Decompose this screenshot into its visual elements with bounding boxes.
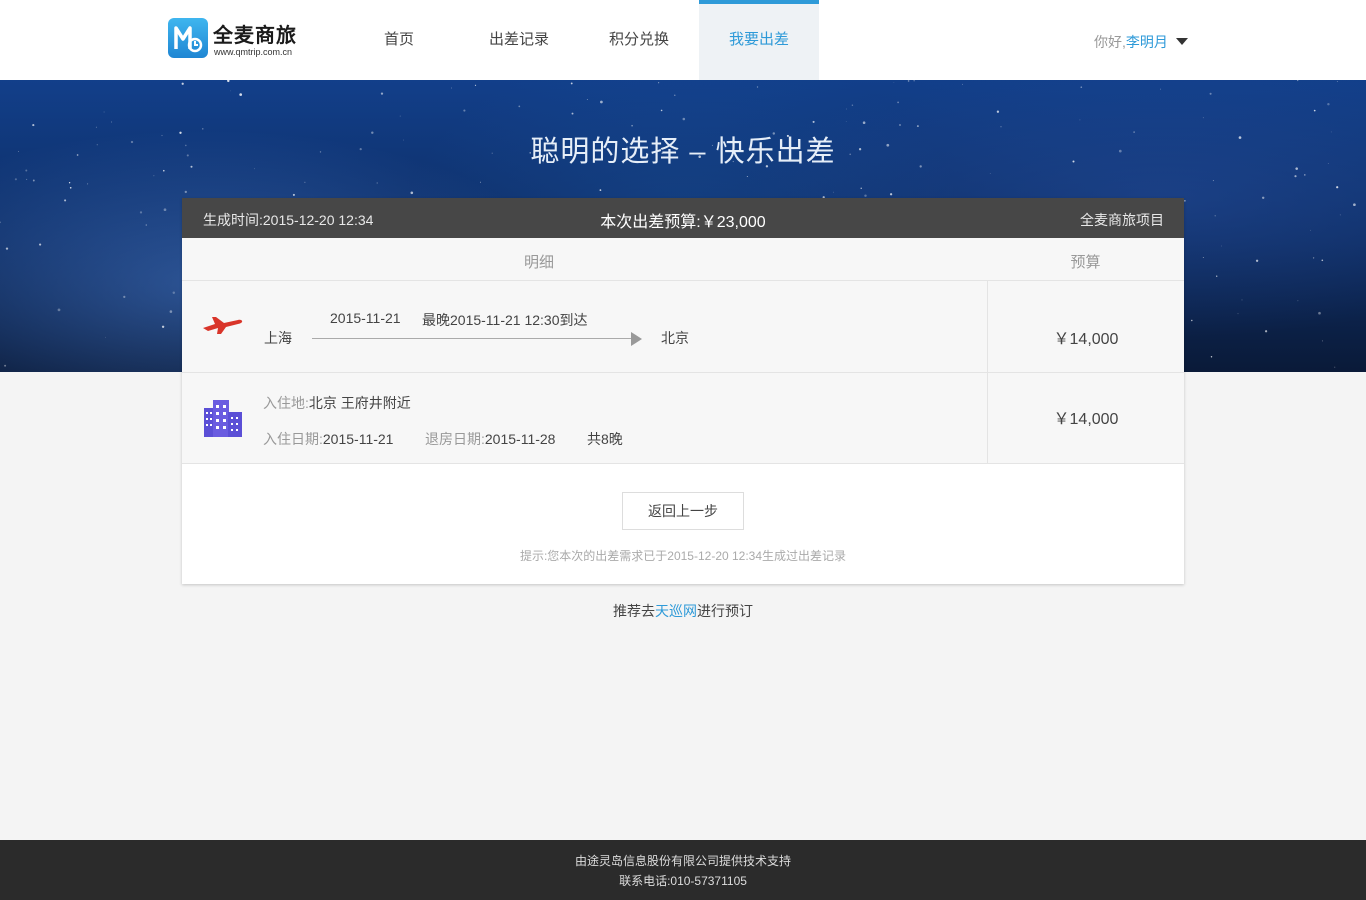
- hotel-checkin-label: 入住日期:: [263, 431, 323, 447]
- logo[interactable]: 全麦商旅 www.qmtrip.com.cn: [168, 17, 308, 61]
- hotel-location-value: 北京 王府井附近: [308, 395, 411, 411]
- footer-phone: 联系电话:010-57371105: [619, 874, 747, 888]
- total-budget: 本次出差预算:￥23,000: [600, 214, 766, 231]
- project-name: 全麦商旅项目: [1080, 212, 1164, 228]
- main-nav: 首页 出差记录 积分兑换 我要出差: [339, 0, 819, 80]
- flight-to-city: 北京: [661, 330, 689, 346]
- hotel-nights: 共8晚: [587, 431, 623, 447]
- tianxun-link[interactable]: 天巡网: [655, 603, 697, 619]
- nav-trip-records[interactable]: 出差记录: [459, 0, 579, 80]
- plane-icon: [203, 317, 243, 334]
- top-header: 全麦商旅 www.qmtrip.com.cn 首页 出差记录 积分兑换 我要出差…: [0, 0, 1366, 80]
- hotel-row: 入住地:北京 王府井附近 入住日期:2015-11-21 退房日期:2015-1…: [182, 373, 1184, 464]
- hotel-checkout-label: 退房日期:: [425, 431, 485, 447]
- nav-home[interactable]: 首页: [339, 0, 459, 80]
- logo-url: www.qmtrip.com.cn: [214, 47, 293, 57]
- hotel-checkout-value: 2015-11-28: [484, 431, 556, 447]
- hotel-checkout: 退房日期:2015-11-28: [425, 429, 555, 449]
- hotel-location-label: 入住地:: [263, 395, 309, 411]
- trip-budget-card: 生成时间:2015-12-20 12:34 本次出差预算:￥23,000 全麦商…: [182, 198, 1184, 584]
- recommend-suffix: 进行预订: [697, 603, 753, 619]
- flight-budget: ￥14,000: [1053, 331, 1119, 348]
- tip-text: 提示:您本次的出差需求已于2015-12-20 12:34生成过出差记录: [519, 549, 847, 563]
- hotel-checkin-value: 2015-11-21: [322, 431, 394, 447]
- back-button[interactable]: 返回上一步: [622, 492, 744, 530]
- nav-new-trip[interactable]: 我要出差: [699, 0, 819, 80]
- footer: 由途灵岛信息股份有限公司提供技术支持 联系电话:010-57371105: [0, 840, 1366, 900]
- route-line: [312, 338, 634, 339]
- card-header: 生成时间:2015-12-20 12:34 本次出差预算:￥23,000 全麦商…: [182, 198, 1184, 238]
- flight-from-city: 上海: [264, 330, 292, 346]
- banner-slogan: 聪明的选择 – 快乐出差: [530, 136, 836, 168]
- table-header: 明细 预算: [182, 238, 1184, 281]
- nav-points-exchange[interactable]: 积分兑换: [579, 0, 699, 80]
- flight-arrive-by: 最晚2015-11-21 12:30到达: [422, 312, 588, 328]
- user-menu[interactable]: 你好,李明月: [1094, 32, 1188, 52]
- flight-date: 2015-11-21: [330, 310, 401, 326]
- hotel-budget: ￥14,000: [1053, 411, 1119, 428]
- recommend-prefix: 推荐去: [613, 603, 655, 619]
- hotel-checkin: 入住日期:2015-11-21: [263, 429, 393, 449]
- hotel-location: 入住地:北京 王府井附近: [263, 393, 411, 413]
- flight-row: 2015-11-21 最晚2015-11-21 12:30到达 上海 北京 ￥1…: [182, 281, 1184, 373]
- column-budget: 预算: [1070, 254, 1101, 271]
- footer-support: 由途灵岛信息股份有限公司提供技术支持: [574, 854, 791, 868]
- route-arrow-icon: [631, 332, 642, 346]
- greeting: 你好,: [1094, 34, 1126, 50]
- caret-down-icon: [1175, 38, 1188, 45]
- hotel-building-icon: [204, 400, 242, 437]
- logo-mark-icon: [168, 18, 208, 58]
- recommend-text: 推荐去天巡网进行预订: [0, 601, 1366, 621]
- logo-name: 全麦商旅: [213, 25, 297, 47]
- username: 李明月: [1125, 34, 1168, 50]
- column-detail: 明细: [523, 254, 554, 271]
